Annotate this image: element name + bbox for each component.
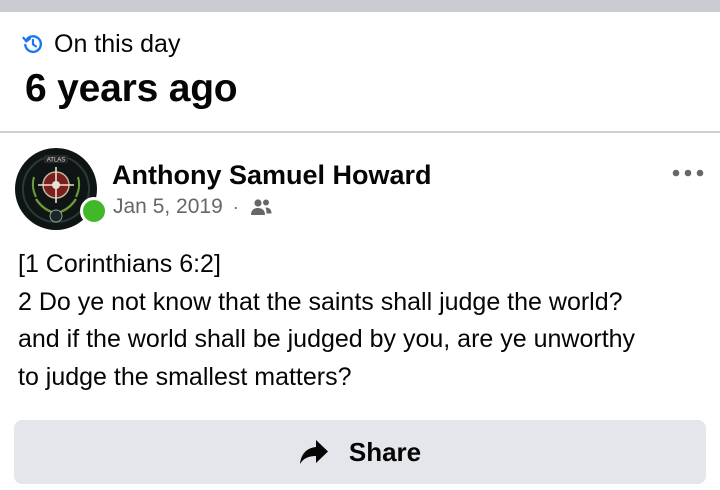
top-separator-strip: [0, 0, 720, 12]
share-arrow-icon: [299, 440, 328, 464]
share-button[interactable]: Share: [14, 420, 706, 484]
post-text-line: [1 Corinthians 6:2]: [18, 250, 221, 278]
post-text-line: 2 Do ye not know that the saints shall j…: [18, 287, 623, 316]
meta-separator: ·: [232, 196, 239, 217]
post-meta: Jan 5, 2019 ·: [113, 194, 273, 220]
post-text-line: to judge the smallest matters?: [18, 362, 352, 391]
on-this-day-label: On this day: [54, 29, 181, 58]
online-status-dot: [80, 197, 108, 225]
more-dots-icon: [672, 169, 704, 177]
memory-header: On this day 6 years ago: [0, 12, 720, 131]
years-ago-title: 6 years ago: [25, 67, 238, 110]
share-label: Share: [348, 436, 422, 467]
post-text-line: and if the world shall be judged by you,…: [18, 325, 636, 353]
more-options-button[interactable]: [668, 161, 708, 185]
avatar-text: ATLAS: [47, 158, 66, 164]
memory-clock-icon: [22, 35, 42, 54]
post-body: [1 Corinthians 6:2] 2 Do ye not know tha…: [18, 246, 712, 396]
on-this-day-row: On this day: [22, 30, 180, 58]
post-date[interactable]: Jan 5, 2019: [113, 195, 223, 219]
author-name[interactable]: Anthony Samuel Howard: [112, 160, 432, 191]
friends-icon[interactable]: [249, 197, 273, 217]
memory-post: ATLAS Anthony Samuel Howard Jan 5, 2019 …: [0, 133, 720, 490]
